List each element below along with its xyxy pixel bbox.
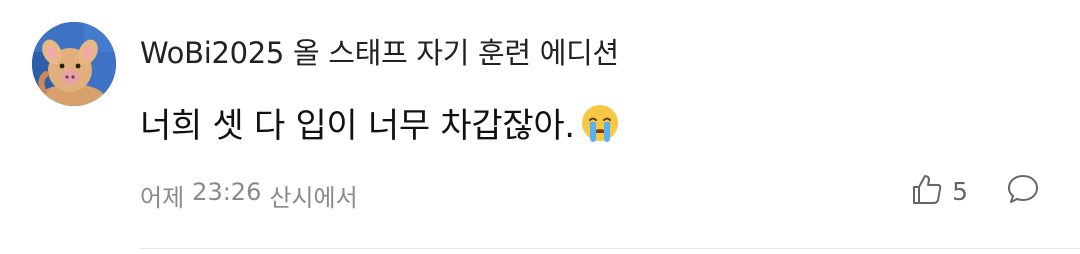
like-button[interactable]: 5	[910, 172, 968, 210]
timestamp-time: 23:26	[192, 178, 262, 206]
timestamp-day: 어제	[140, 184, 185, 212]
avatar-image	[32, 22, 116, 106]
thumbs-up-icon	[910, 172, 944, 210]
comment-body: 너희 셋 다 입이 너무 차갑잖아.	[140, 98, 623, 147]
divider	[140, 248, 1080, 249]
crying-face-emoji-icon	[577, 100, 623, 146]
speech-bubble-icon	[1006, 172, 1040, 210]
comment-actions: 5	[910, 172, 1040, 210]
comment-author[interactable]: WoBi2025 올 스태프 자기 훈련 에디션	[140, 30, 619, 72]
location: 산시에서	[269, 184, 358, 212]
comment-item: WoBi2025 올 스태프 자기 훈련 에디션 너희 셋 다 입이 너무 차갑…	[0, 0, 1080, 254]
avatar[interactable]	[32, 22, 116, 106]
comment-meta: 어제 23:26 산시에서	[140, 178, 358, 213]
reply-button[interactable]	[1006, 172, 1040, 210]
comment-text: 너희 셋 다 입이 너무 차갑잖아.	[140, 106, 575, 146]
like-count: 5	[952, 176, 968, 206]
